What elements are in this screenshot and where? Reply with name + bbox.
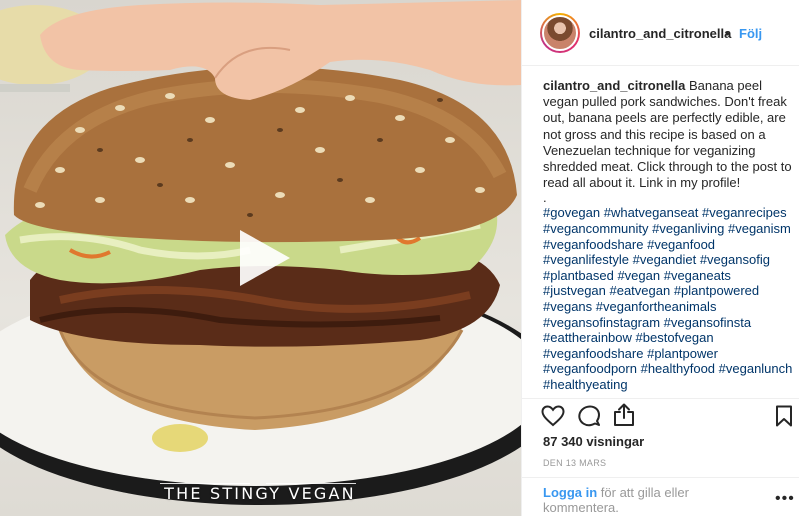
caption-username[interactable]: cilantro_and_citronella xyxy=(543,78,685,93)
play-button[interactable] xyxy=(232,226,296,290)
view-count[interactable]: 87 340 visningar xyxy=(543,434,644,449)
header-username[interactable]: cilantro_and_citronella xyxy=(589,26,731,41)
more-options-button[interactable]: ••• xyxy=(775,490,795,508)
post-header: cilantro_and_citronella • Följ xyxy=(522,0,799,66)
caption-dot: . xyxy=(543,190,547,206)
share-icon[interactable] xyxy=(613,403,635,427)
login-link[interactable]: Logga in xyxy=(543,485,597,500)
heart-icon[interactable] xyxy=(541,405,565,427)
comments-area[interactable]: cilantro_and_citronella Banana peel vega… xyxy=(543,78,795,398)
coleslaw-crumb xyxy=(152,424,208,452)
comment-icon[interactable] xyxy=(577,405,601,427)
hand xyxy=(40,0,521,100)
action-bar xyxy=(522,402,799,434)
watermark-text: THE STINGY VEGAN xyxy=(164,484,356,503)
post-date[interactable]: DEN 13 MARS xyxy=(543,458,606,468)
post-sidebar: cilantro_and_citronella • Följ cilantro_… xyxy=(521,0,799,516)
caption-hashtags[interactable]: #govegan #whatveganseat #veganrecipes #v… xyxy=(543,205,795,392)
bookmark-icon[interactable] xyxy=(775,405,793,427)
play-icon xyxy=(240,230,290,286)
post-media[interactable]: THE STINGY VEGAN xyxy=(0,0,521,516)
caption: cilantro_and_citronella Banana peel vega… xyxy=(543,78,795,191)
avatar[interactable] xyxy=(540,13,580,53)
caption-text: Banana peel vegan pulled pork sandwiches… xyxy=(543,78,792,191)
header-separator: • xyxy=(725,26,730,41)
divider xyxy=(522,398,799,399)
login-prompt: Logga in för att gilla eller kommentera. xyxy=(543,485,748,515)
follow-button[interactable]: Följ xyxy=(739,26,762,41)
divider xyxy=(522,477,799,478)
watermark: THE STINGY VEGAN xyxy=(150,484,370,504)
